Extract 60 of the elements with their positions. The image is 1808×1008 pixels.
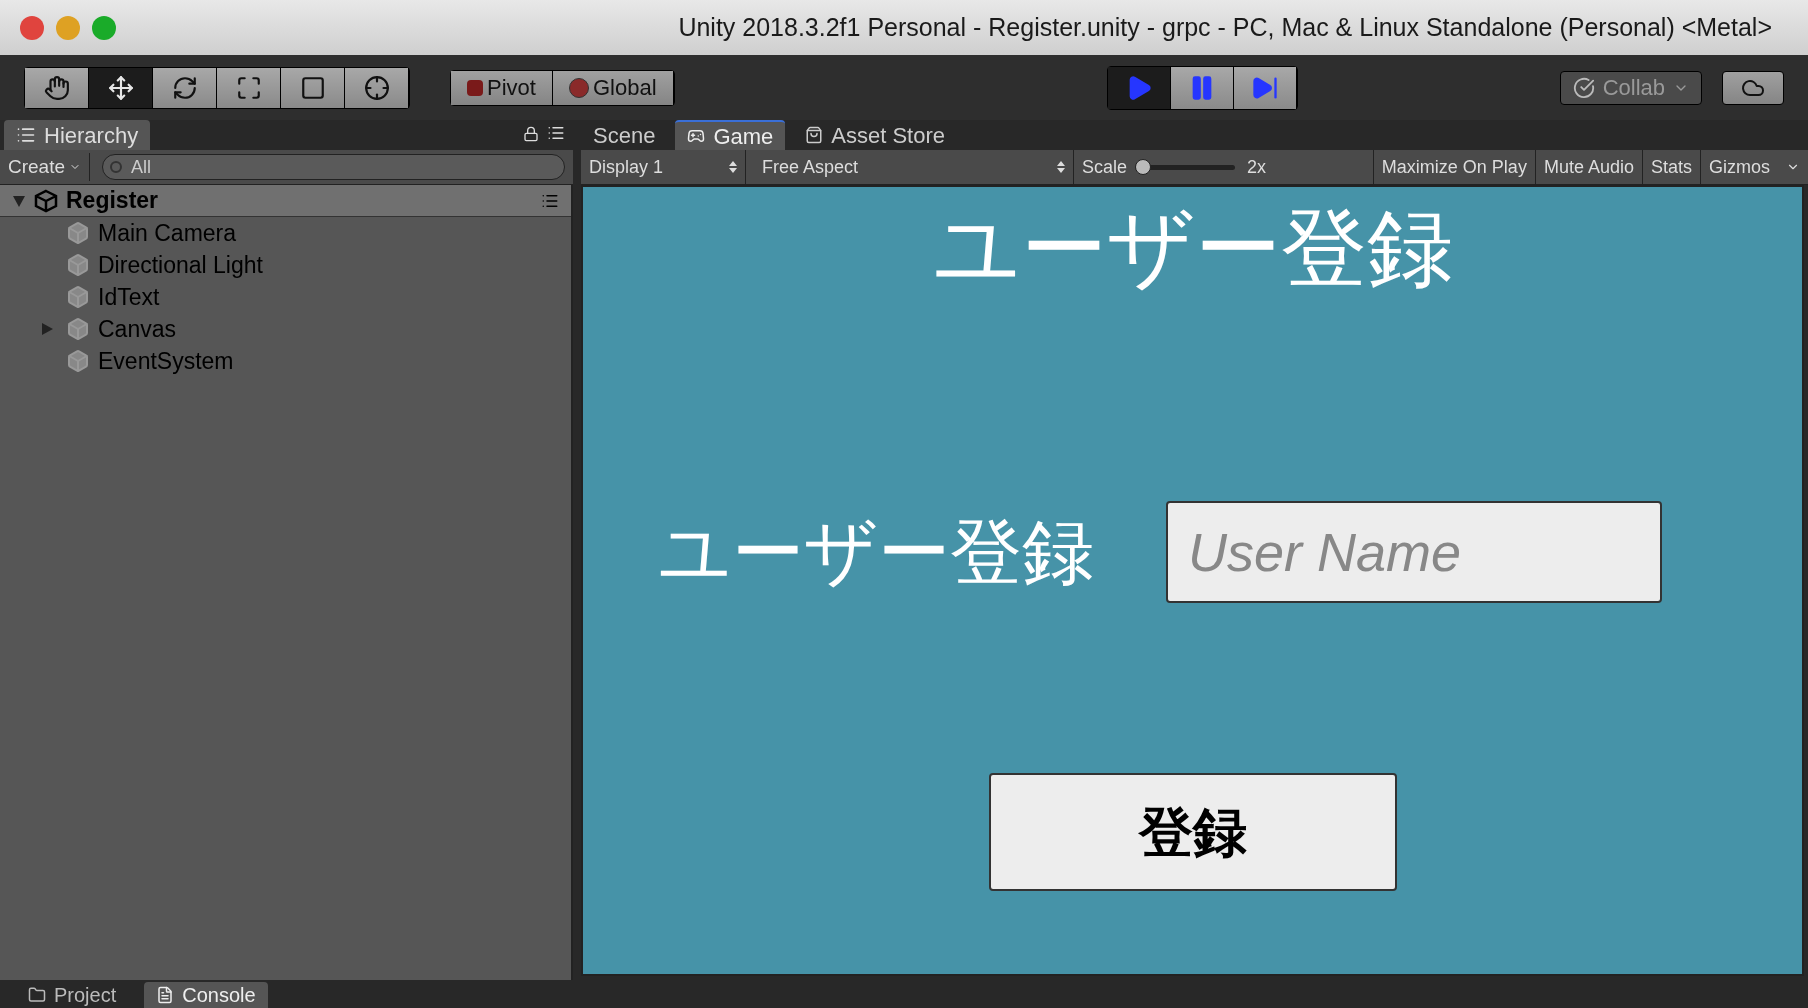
crosshair-icon <box>363 74 390 101</box>
scale-reading: 2x <box>1247 155 1268 179</box>
lock-icon <box>523 126 539 142</box>
pivot-button[interactable]: Global <box>552 70 674 105</box>
search-icon <box>110 161 123 173</box>
scene-name: Register <box>66 186 159 216</box>
bag-icon <box>805 126 824 144</box>
view-tab[interactable]: Game <box>675 120 786 150</box>
hand-icon <box>43 74 70 101</box>
scale-label: Scale <box>1082 155 1128 179</box>
field-label: ユーザー登録 <box>658 516 1094 588</box>
scale-icon <box>235 74 262 101</box>
cube-icon <box>66 221 90 245</box>
folder-icon <box>28 986 46 1004</box>
panel-menu-icon <box>547 124 565 142</box>
view-tab[interactable]: Asset Store <box>793 120 958 150</box>
cube-icon <box>66 253 90 277</box>
cube-icon <box>66 285 90 309</box>
scene-row[interactable]: Register <box>0 185 571 217</box>
tool-button[interactable] <box>153 67 217 108</box>
display-dropdown[interactable]: Display 1 <box>581 150 746 184</box>
game-heading: ユーザー登録 <box>932 205 1453 291</box>
cube-icon <box>66 349 90 373</box>
document-icon <box>156 986 175 1004</box>
rotate-arrows-icon <box>171 74 198 101</box>
aspect-dropdown[interactable]: Free Aspect <box>754 150 1074 184</box>
check-icon <box>1572 76 1595 99</box>
window-title: Unity 2018.3.2f1 Personal - Register.unity - grpc - PC, Mac & Linux Standalone (Personal) <Metal> <box>678 11 1772 43</box>
pivot-button[interactable]: Pivot <box>451 70 553 105</box>
create-dropdown[interactable]: Create <box>8 152 91 182</box>
tool-button[interactable] <box>25 67 89 108</box>
updown-icon <box>729 161 737 173</box>
toggle-button[interactable]: Stats <box>1641 150 1700 184</box>
playback-button[interactable] <box>1170 66 1234 109</box>
pivot-icon <box>467 79 483 96</box>
tool-button[interactable] <box>345 67 409 108</box>
rect-icon <box>299 74 326 101</box>
playback-button[interactable] <box>1233 66 1297 109</box>
register-button[interactable]: 登録 <box>988 773 1397 891</box>
updown-icon <box>1057 161 1065 173</box>
view-tab[interactable]: Scene <box>581 120 668 150</box>
search-field[interactable]: All <box>102 154 565 180</box>
cloud-button[interactable] <box>1722 70 1784 105</box>
gamepad-icon <box>687 127 706 145</box>
bottom-tab[interactable]: Project <box>16 982 129 1008</box>
toggle-button[interactable]: Mute Audio <box>1534 150 1642 184</box>
close-button[interactable] <box>20 15 44 40</box>
tool-button[interactable] <box>217 67 281 108</box>
tool-button[interactable] <box>89 67 153 108</box>
bottom-tab[interactable]: Console <box>144 982 268 1008</box>
slider-thumb[interactable] <box>1135 159 1152 175</box>
toggle-button[interactable]: Maximize On Play <box>1372 150 1535 184</box>
user-name-field[interactable]: User Name <box>1166 501 1662 603</box>
cube-icon <box>66 317 90 341</box>
list-icon <box>16 125 36 145</box>
hierarchy-tab[interactable]: Hierarchy <box>4 120 151 150</box>
tool-button[interactable] <box>281 67 345 108</box>
scale-slider[interactable] <box>1135 159 1236 175</box>
toggle-button[interactable]: Gizmos <box>1700 150 1778 184</box>
move-arrows-icon <box>107 74 134 101</box>
